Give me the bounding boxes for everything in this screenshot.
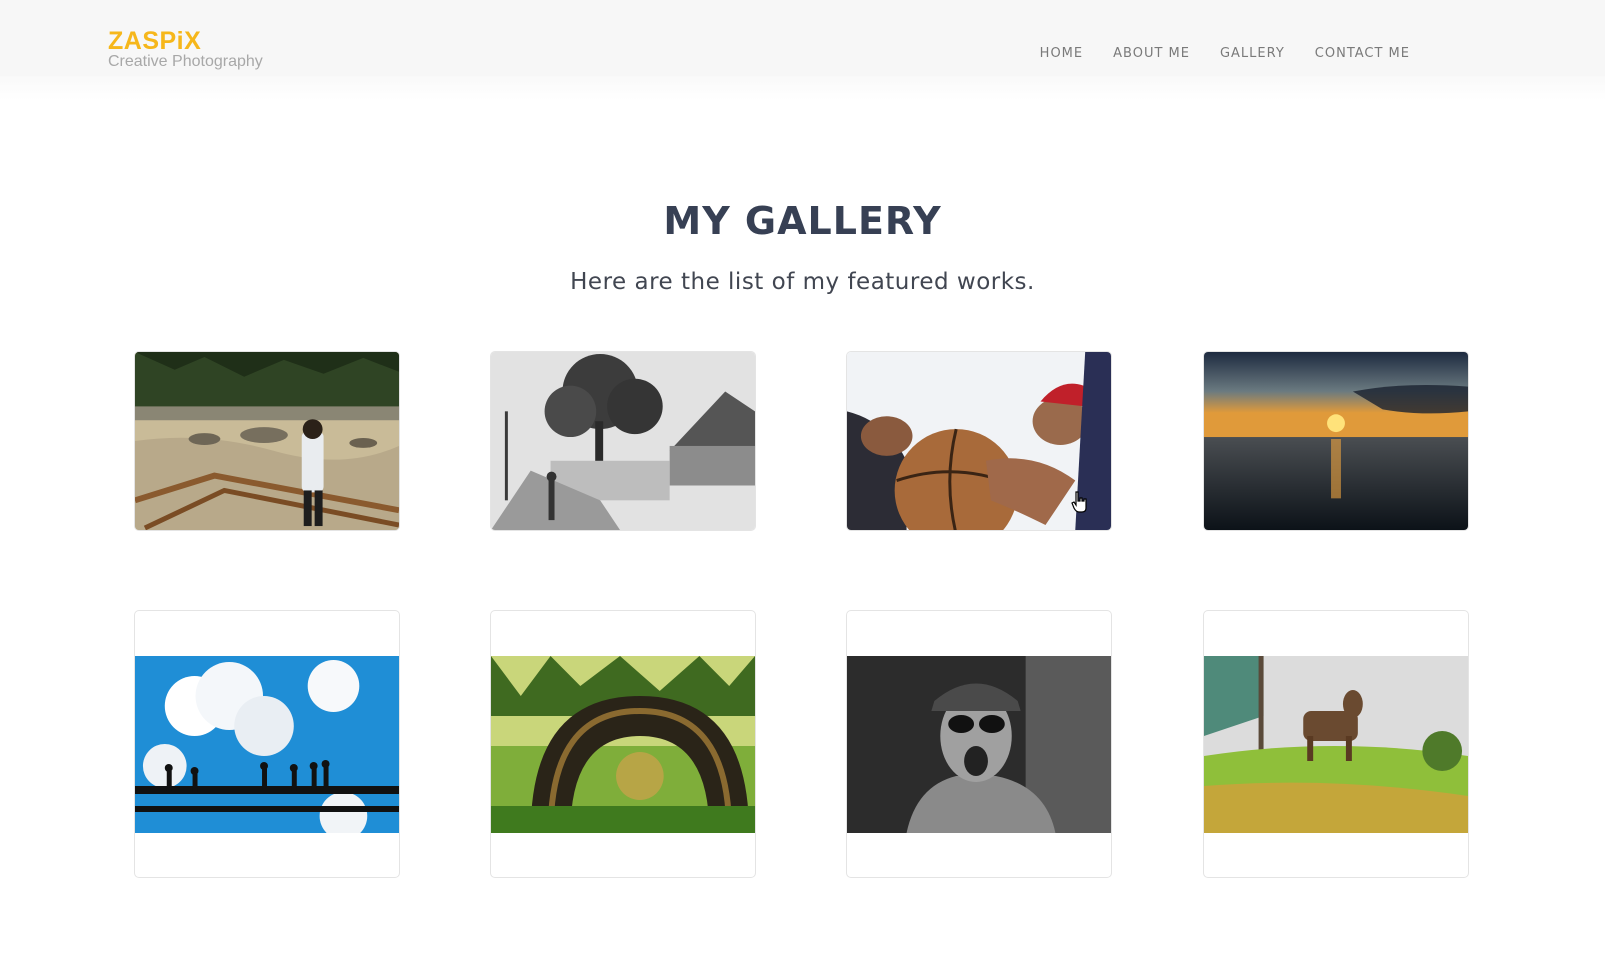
navbar-shadow — [0, 76, 1605, 100]
brand-tagline: Creative Photography — [108, 53, 263, 70]
gallery-card-river[interactable] — [134, 351, 400, 531]
gallery-card-goat[interactable] — [1203, 610, 1469, 878]
goat-photo — [1204, 656, 1468, 833]
nav-home[interactable]: HOME — [1025, 46, 1098, 62]
gallery-title: MY GALLERY — [663, 199, 942, 243]
sunset-photo — [1204, 352, 1468, 530]
brand-name: ZASPiX — [108, 27, 202, 55]
nav-about-me[interactable]: ABOUT ME — [1098, 46, 1205, 62]
tire-photo — [491, 656, 755, 833]
river-photo — [135, 352, 399, 530]
nav-contact-me[interactable]: CONTACT ME — [1300, 46, 1425, 62]
hand-cursor-icon — [1071, 491, 1087, 513]
gallery-card-sunset[interactable] — [1203, 351, 1469, 531]
nav-gallery[interactable]: GALLERY — [1205, 46, 1300, 62]
brand-logo[interactable]: ZASPiX Creative Photography — [108, 27, 263, 71]
top-navbar: ZASPiX Creative Photography HOME ABOUT M… — [0, 0, 1605, 76]
old-man-photo — [847, 656, 1111, 833]
bridge-sky-photo — [135, 656, 399, 833]
gallery-card-bridge[interactable] — [134, 610, 400, 878]
gallery-card-street[interactable] — [490, 351, 756, 531]
main-nav: HOME ABOUT ME GALLERY CONTACT ME — [1025, 46, 1425, 62]
street-photo — [491, 352, 755, 530]
gallery-subtitle: Here are the list of my featured works. — [570, 269, 1035, 295]
gallery-card-tire[interactable] — [490, 610, 756, 878]
gallery-card-old-man[interactable] — [846, 610, 1112, 878]
